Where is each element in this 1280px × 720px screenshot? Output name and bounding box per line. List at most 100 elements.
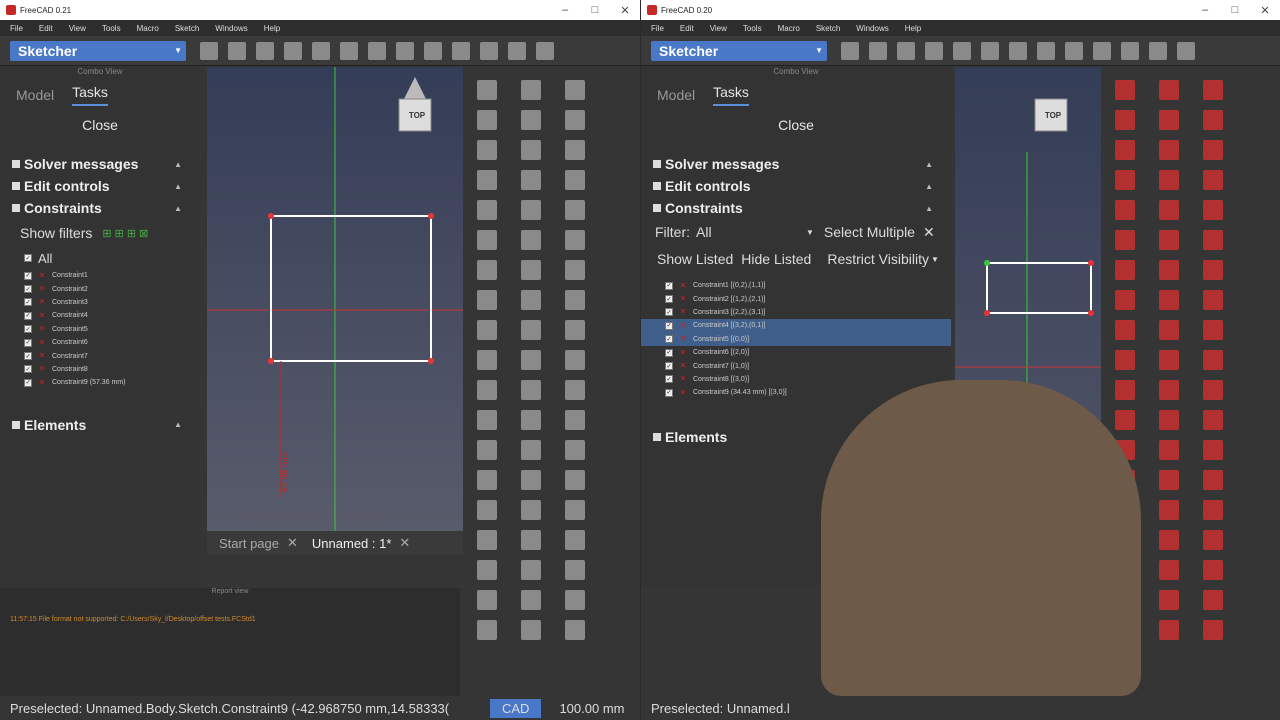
checkbox-icon[interactable]: ✓ xyxy=(665,281,673,290)
constraint-row[interactable]: ✓ ✕ Constraint1 [(0,2),(1,1)] xyxy=(641,279,951,292)
section-solver-messages[interactable]: Solver messages ▲ xyxy=(641,153,951,175)
sketcher-tool-icon[interactable] xyxy=(1159,560,1179,580)
sketcher-tool-icon[interactable] xyxy=(477,410,497,430)
sketcher-tool-icon[interactable] xyxy=(477,260,497,280)
navigation-style-button[interactable]: CAD xyxy=(490,698,542,718)
sketcher-tool-icon[interactable] xyxy=(1159,350,1179,370)
checkbox-icon[interactable]: ✓ xyxy=(24,378,32,387)
constraint-row[interactable]: ✓ ✕ Constraint5 xyxy=(0,323,200,336)
menu-macro[interactable]: Macro xyxy=(137,24,159,33)
sketcher-tool-icon[interactable] xyxy=(521,380,541,400)
sketcher-tool-icon[interactable] xyxy=(521,560,541,580)
sketcher-tool-icon[interactable] xyxy=(477,560,497,580)
sketcher-tool-icon[interactable] xyxy=(565,500,585,520)
export-icon[interactable] xyxy=(1009,42,1027,60)
menu-windows[interactable]: Windows xyxy=(856,24,888,33)
sketcher-tool-icon[interactable] xyxy=(477,590,497,610)
sketcher-tool-icon[interactable] xyxy=(565,140,585,160)
constraint-row[interactable]: ✓ ✕ Constraint2 [(1,2),(2,1)] xyxy=(641,292,951,305)
sketcher-tool-icon[interactable] xyxy=(1115,140,1135,160)
menu-windows[interactable]: Windows xyxy=(215,24,247,33)
sketcher-tool-icon[interactable] xyxy=(565,260,585,280)
sketcher-tool-icon[interactable] xyxy=(1159,290,1179,310)
sketcher-tool-icon[interactable] xyxy=(565,590,585,610)
show-filters-button[interactable]: Show filters xyxy=(20,225,92,241)
close-icon[interactable]: ✕ xyxy=(923,224,935,241)
checkbox-icon[interactable]: ✓ xyxy=(24,325,32,334)
section-constraints[interactable]: Constraints ▲ xyxy=(641,197,951,219)
sketcher-tool-icon[interactable] xyxy=(477,320,497,340)
constraint-row[interactable]: ✓ ✕ Constraint8 xyxy=(0,363,200,376)
constraint-row[interactable]: ✓ ✕ Constraint3 xyxy=(0,296,200,309)
view-icon[interactable] xyxy=(396,42,414,60)
menu-file[interactable]: File xyxy=(651,24,664,33)
constraint-row[interactable]: ✓ ✕ Constraint8 [(3,0)] xyxy=(641,373,951,386)
constraint-row[interactable]: ✓ ✕ Constraint5 [(0,0)] xyxy=(641,332,951,346)
checkbox-icon[interactable]: ✓ xyxy=(665,295,673,304)
sketcher-tool-icon[interactable] xyxy=(1159,410,1179,430)
sketcher-tool-icon[interactable] xyxy=(1203,140,1223,160)
sketcher-tool-icon[interactable] xyxy=(1203,590,1223,610)
sketcher-tool-icon[interactable] xyxy=(521,290,541,310)
checkbox-icon[interactable]: ✓ xyxy=(24,285,32,294)
forward-icon[interactable] xyxy=(284,42,302,60)
sketcher-tool-icon[interactable] xyxy=(1159,200,1179,220)
sketcher-tool-icon[interactable] xyxy=(565,290,585,310)
sketcher-tool-icon[interactable] xyxy=(565,80,585,100)
section-edit-controls[interactable]: Edit controls ▲ xyxy=(0,175,200,197)
sketcher-tool-icon[interactable] xyxy=(521,230,541,250)
sketcher-tool-icon[interactable] xyxy=(477,80,497,100)
sketcher-tool-icon[interactable] xyxy=(477,470,497,490)
gear-icon[interactable] xyxy=(480,42,498,60)
minimize-icon[interactable]: – xyxy=(1190,4,1220,17)
checkbox-icon[interactable]: ✓ xyxy=(665,362,673,371)
sketcher-tool-icon[interactable] xyxy=(1203,620,1223,640)
section-edit-controls[interactable]: Edit controls ▲ xyxy=(641,175,951,197)
constraint-row[interactable]: ✓ ✕ Constraint6 xyxy=(0,336,200,349)
menu-view[interactable]: View xyxy=(710,24,727,33)
box-icon[interactable] xyxy=(1065,42,1083,60)
constraint-row[interactable]: ✓ ✕ Constraint4 [(3,2),(0,1)] xyxy=(641,319,951,333)
forward-icon[interactable] xyxy=(925,42,943,60)
sketcher-tool-icon[interactable] xyxy=(1115,260,1135,280)
grid-icon[interactable] xyxy=(536,42,554,60)
sketcher-tool-icon[interactable] xyxy=(477,620,497,640)
sketcher-tool-icon[interactable] xyxy=(1203,170,1223,190)
checkbox-icon[interactable]: ✓ xyxy=(24,338,32,347)
filter-icon[interactable]: ⊞ ⊞ ⊞ ⊠ xyxy=(102,227,148,240)
sketcher-tool-icon[interactable] xyxy=(1159,470,1179,490)
sketcher-tool-icon[interactable] xyxy=(1115,200,1135,220)
sketcher-tool-icon[interactable] xyxy=(565,560,585,580)
sketcher-tool-icon[interactable] xyxy=(1115,350,1135,370)
sketcher-tool-icon[interactable] xyxy=(1203,530,1223,550)
close-button[interactable]: Close xyxy=(70,117,130,139)
constraint-row[interactable]: ✓ ✕ Constraint3 [(2,2),(3,1)] xyxy=(641,306,951,319)
close-icon[interactable]: ✕ xyxy=(287,535,298,551)
sketcher-tool-icon[interactable] xyxy=(1203,440,1223,460)
sketcher-tool-icon[interactable] xyxy=(1203,380,1223,400)
menu-help[interactable]: Help xyxy=(905,24,921,33)
tab-tasks[interactable]: Tasks xyxy=(713,84,749,106)
sketcher-tool-icon[interactable] xyxy=(565,110,585,130)
constraint-row[interactable]: ✓ ✕ Constraint4 xyxy=(0,309,200,322)
menu-edit[interactable]: Edit xyxy=(680,24,694,33)
sketcher-tool-icon[interactable] xyxy=(477,170,497,190)
tab-unnamed[interactable]: Unnamed : 1* xyxy=(312,536,392,551)
sketcher-tool-icon[interactable] xyxy=(477,530,497,550)
sketcher-tool-icon[interactable] xyxy=(521,200,541,220)
sketcher-tool-icon[interactable] xyxy=(1159,530,1179,550)
sketcher-tool-icon[interactable] xyxy=(477,200,497,220)
constraint-row[interactable]: ✓ ✕ Constraint1 xyxy=(0,269,200,282)
menu-sketch[interactable]: Sketch xyxy=(816,24,840,33)
import-icon[interactable] xyxy=(981,42,999,60)
sketcher-tool-icon[interactable] xyxy=(565,440,585,460)
close-window-icon[interactable]: ✕ xyxy=(1250,4,1280,17)
box-icon[interactable] xyxy=(424,42,442,60)
sketcher-tool-icon[interactable] xyxy=(1115,80,1135,100)
sketcher-tool-icon[interactable] xyxy=(1115,170,1135,190)
section-elements[interactable]: Elements ▲ xyxy=(0,414,200,436)
open-icon[interactable] xyxy=(869,42,887,60)
sketcher-tool-icon[interactable] xyxy=(521,470,541,490)
checkbox-icon[interactable]: ✓ xyxy=(24,352,32,361)
3d-view[interactable]: TOP 57.36 mm Start page ✕ Unnamed : 1* ✕ xyxy=(207,67,463,555)
